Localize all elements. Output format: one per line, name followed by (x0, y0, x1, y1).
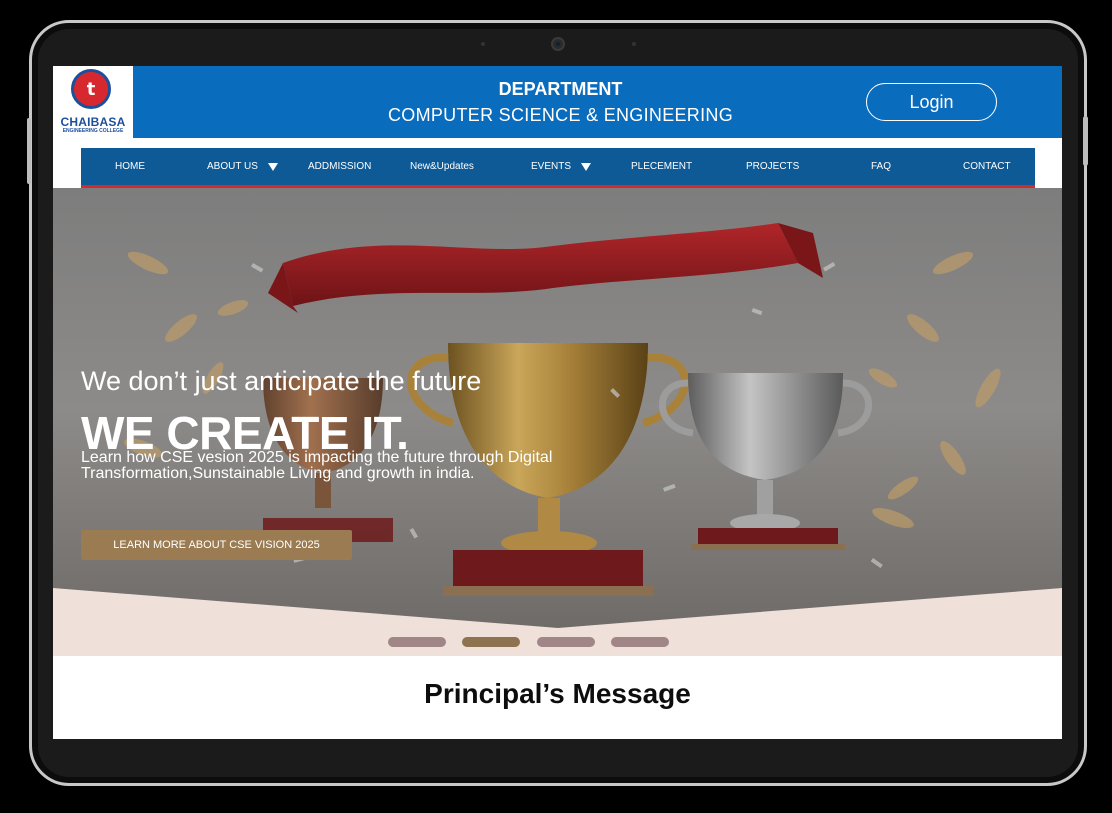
screen: t CHAIBASA ENGINEERING COLLEGE DEPARTMEN… (53, 66, 1062, 739)
carousel-indicator-2[interactable] (462, 637, 520, 647)
logo-emblem-icon: t (71, 69, 111, 109)
nav-item-placement[interactable]: PLECEMENT (631, 148, 692, 185)
nav-label: HOME (115, 161, 145, 172)
nav-label: CONTACT (963, 161, 1011, 172)
nav-label: PLECEMENT (631, 161, 693, 172)
learn-more-button[interactable]: LEARN MORE ABOUT CSE VISION 2025 (81, 530, 352, 560)
nav-item-events[interactable]: EVENTS (531, 148, 592, 185)
site-header: t CHAIBASA ENGINEERING COLLEGE DEPARTMEN… (53, 66, 1062, 138)
carousel-indicator-3[interactable] (537, 637, 595, 647)
nav-item-projects[interactable]: PROJECTS (746, 148, 799, 185)
nav-item-about-us[interactable]: ABOUT US (207, 148, 278, 185)
login-button[interactable]: Login (866, 83, 997, 121)
nav-label: EVENTS (531, 161, 572, 172)
nav-item-faq[interactable]: FAQ (871, 148, 891, 185)
carousel-indicator-4[interactable] (611, 637, 669, 647)
sensor-dot (481, 42, 485, 46)
hero-carousel: We don’t just anticipate the future WE C… (53, 188, 1062, 656)
department-subtitle: COMPUTER SCIENCE & ENGINEERING (387, 105, 734, 125)
carousel-indicator-1[interactable] (388, 637, 446, 647)
dropdown-caret-icon (267, 162, 278, 171)
main-nav: HOME ABOUT US ADDMISSION New&Updates EVE… (81, 148, 1035, 188)
power-button (1083, 116, 1088, 166)
nav-item-home[interactable]: HOME (115, 148, 145, 185)
dropdown-caret-icon (581, 162, 592, 171)
college-logo[interactable]: t CHAIBASA ENGINEERING COLLEGE (53, 66, 133, 138)
camera-icon (551, 37, 565, 51)
logo-subname: ENGINEERING COLLEGE (62, 128, 124, 134)
logo-name: CHAIBASA (60, 115, 126, 129)
nav-label: ADDMISSION (308, 161, 372, 172)
department-title: DEPARTMENT (498, 79, 623, 99)
sensor-dot (632, 42, 636, 46)
principal-message-heading: Principal’s Message (424, 678, 691, 709)
logo-mark: t (86, 78, 96, 100)
hero-description: Learn how CSE vesion 2025 is impacting t… (81, 449, 553, 482)
nav-label: ABOUT US (207, 161, 258, 172)
nav-item-news-updates[interactable]: New&Updates (410, 148, 474, 185)
nav-item-admission[interactable]: ADDMISSION (308, 148, 371, 185)
nav-label: FAQ (871, 161, 892, 172)
hero-tagline: We don’t just anticipate the future (81, 366, 482, 396)
nav-label: PROJECTS (746, 161, 800, 172)
nav-label: New&Updates (410, 161, 474, 172)
nav-item-contact[interactable]: CONTACT (963, 148, 1011, 185)
volume-button (27, 118, 31, 184)
